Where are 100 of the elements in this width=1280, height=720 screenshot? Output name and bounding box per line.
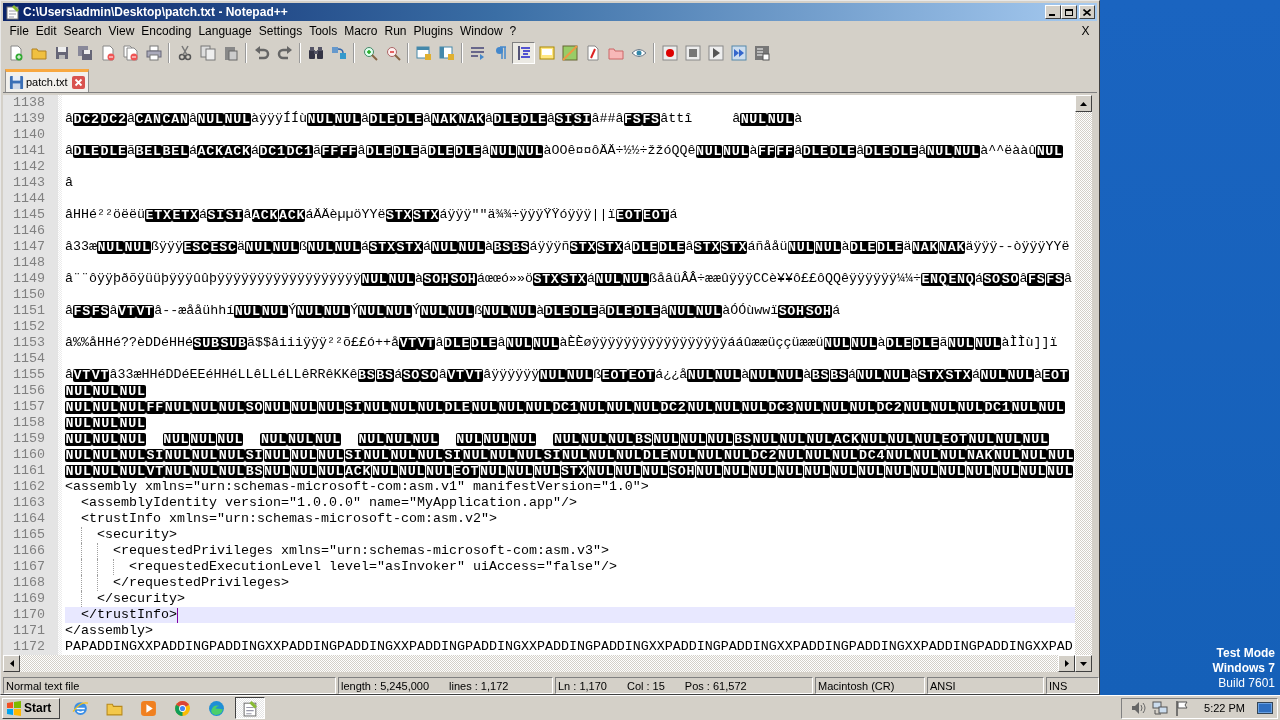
control-character: SI bbox=[543, 448, 562, 462]
control-character: NUL bbox=[287, 432, 314, 446]
editor-text: â##â bbox=[591, 111, 624, 127]
control-character: SI bbox=[555, 112, 573, 126]
editor-text: â bbox=[856, 143, 865, 159]
control-character: NUL bbox=[749, 368, 776, 382]
close-document-button[interactable]: X bbox=[1078, 22, 1093, 40]
editor-text: â33æ bbox=[65, 239, 97, 255]
control-character: NUL bbox=[1047, 448, 1075, 462]
line-number: 1164 bbox=[12, 511, 46, 527]
windows-logo-icon bbox=[6, 700, 22, 716]
status-text: Pos : 61,572 bbox=[684, 679, 747, 692]
menu-item[interactable]: File bbox=[6, 22, 33, 40]
editor-text: á¿¿å bbox=[655, 367, 688, 383]
editor-text: PAPADDINGXXPADDINGPADDINGXXPADDINGPADDINGXXPADDINGPADDINGXXPADDINGPADDINGXXPADDINGPADDINGXXPADDINGPADDINGXXPADDINGPADDINGXXPAD bbox=[65, 639, 1073, 655]
control-character: STX bbox=[944, 368, 972, 382]
clock[interactable]: 5:22 PM bbox=[1204, 702, 1245, 714]
control-character: NUL bbox=[912, 448, 940, 462]
control-character: VT bbox=[135, 304, 154, 318]
menu-item[interactable]: Plugins bbox=[410, 22, 457, 40]
taskbar-app-button[interactable] bbox=[235, 697, 265, 719]
control-character: NUL bbox=[823, 336, 851, 350]
control-character: FS bbox=[1027, 272, 1046, 286]
documents-remove-icon bbox=[122, 45, 139, 61]
menu-item[interactable]: Run bbox=[381, 22, 411, 40]
line-number: 1145 bbox=[12, 207, 46, 223]
control-character: NUL bbox=[398, 464, 426, 478]
control-character: NUL bbox=[740, 400, 768, 414]
line-number: 1167 bbox=[12, 559, 46, 575]
control-character: NUL bbox=[594, 272, 622, 286]
status-text: lines : 1,172 bbox=[449, 679, 509, 692]
maximize-button[interactable] bbox=[1061, 5, 1077, 19]
control-character: NUL bbox=[458, 240, 485, 254]
control-character: NUL bbox=[189, 432, 217, 446]
control-character: NUL bbox=[1036, 144, 1063, 158]
scroll-right-button[interactable] bbox=[1058, 655, 1075, 672]
control-character: DLE bbox=[885, 336, 913, 350]
editor-text: <assembly xmlns="urn:schemas-microsoft-com:asm.v1" manifestVersion="1.0"> bbox=[65, 479, 649, 495]
scroll-down-button[interactable] bbox=[1075, 655, 1092, 672]
flag-icon[interactable] bbox=[1174, 700, 1191, 716]
control-character: NUL bbox=[884, 464, 912, 478]
editor-text: ã bbox=[313, 143, 321, 159]
control-character: NUL bbox=[968, 432, 995, 446]
menu-item[interactable]: ? bbox=[506, 22, 520, 40]
line-number: 1150 bbox=[12, 287, 46, 303]
control-character: NUL bbox=[979, 368, 1007, 382]
menu-item[interactable]: Tools bbox=[305, 22, 341, 40]
control-character: NUL bbox=[358, 432, 385, 446]
control-character: NUL bbox=[371, 464, 399, 478]
save-macro-icon bbox=[753, 45, 770, 61]
scissors-icon bbox=[176, 45, 193, 61]
close-button[interactable] bbox=[1079, 5, 1095, 19]
control-character: NUL bbox=[65, 400, 92, 414]
editor-text: à^^ëààû bbox=[980, 143, 1037, 159]
editor-text: â bbox=[918, 143, 927, 159]
control-character: STX bbox=[369, 240, 396, 254]
menu-item[interactable]: View bbox=[105, 22, 138, 40]
menu-item[interactable]: Language bbox=[194, 22, 256, 40]
control-character: FF bbox=[757, 144, 776, 158]
control-character: ACK bbox=[197, 144, 224, 158]
menu-item[interactable]: Window bbox=[456, 22, 507, 40]
text-cursor bbox=[177, 607, 178, 623]
indent-guide-button[interactable] bbox=[512, 42, 535, 64]
editor-text: â bbox=[497, 335, 506, 351]
control-character: SOH bbox=[778, 304, 805, 318]
network-icon[interactable] bbox=[1152, 700, 1169, 716]
minimize-button[interactable] bbox=[1045, 5, 1061, 19]
tab-close-button[interactable] bbox=[71, 75, 85, 89]
editor-text: â bbox=[65, 367, 73, 383]
control-character: NUL bbox=[553, 432, 581, 446]
file-tab[interactable]: patch.txt bbox=[5, 69, 89, 92]
editor-text: â bbox=[1019, 271, 1028, 287]
control-character: NUL bbox=[995, 432, 1022, 446]
menu-item[interactable]: Encoding bbox=[137, 22, 195, 40]
editor-text: â bbox=[65, 175, 73, 191]
control-character: NUL bbox=[447, 304, 474, 318]
editor-text: à bbox=[741, 367, 750, 383]
menu-item[interactable]: Search bbox=[60, 22, 106, 40]
control-character: NUL bbox=[806, 432, 833, 446]
control-character: NUL bbox=[580, 432, 608, 446]
editor-text: â bbox=[485, 111, 493, 127]
show-desktop-icon[interactable] bbox=[1257, 702, 1273, 714]
editor-text: á bbox=[669, 207, 678, 223]
control-character: VT bbox=[398, 336, 417, 350]
control-character: SI bbox=[344, 400, 363, 414]
control-character: NUL bbox=[752, 432, 779, 446]
menu-item[interactable]: Macro bbox=[340, 22, 381, 40]
menu-item[interactable]: Settings bbox=[255, 22, 306, 40]
menu-item[interactable]: Edit bbox=[32, 22, 61, 40]
scroll-left-button[interactable] bbox=[3, 655, 20, 672]
control-character: DLE bbox=[829, 144, 856, 158]
control-character: DLE bbox=[392, 144, 420, 158]
start-button[interactable]: Start bbox=[2, 697, 60, 719]
control-character: DLE bbox=[493, 112, 520, 126]
floppy-stack-icon bbox=[76, 45, 93, 61]
control-character: NUL bbox=[993, 448, 1021, 462]
control-character: NUL bbox=[607, 432, 635, 446]
speaker-icon[interactable] bbox=[1130, 700, 1147, 716]
scroll-up-button[interactable] bbox=[1075, 95, 1092, 112]
control-character: NUL bbox=[722, 144, 750, 158]
